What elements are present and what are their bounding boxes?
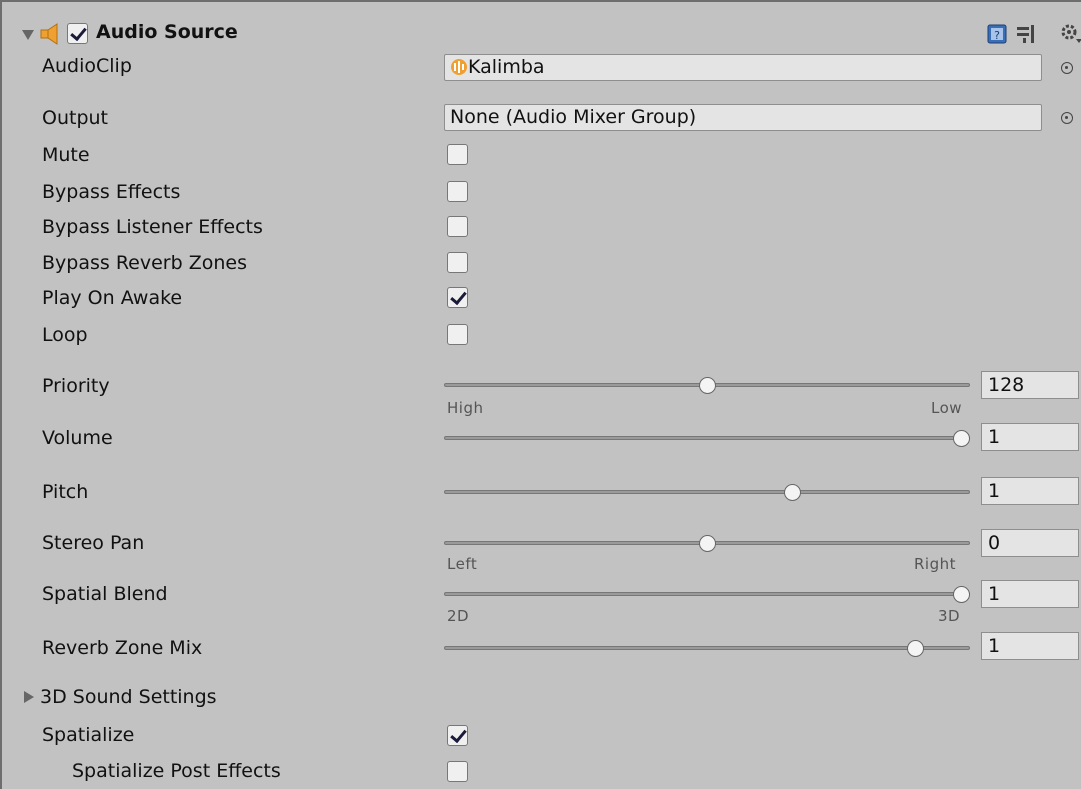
spatial-blend-left-label: 2D [447, 607, 470, 625]
spatial-blend-value-field[interactable]: 1 [981, 580, 1079, 608]
toggle-label-mute: Mute [42, 144, 90, 166]
slider-label-stereo-pan: Stereo Pan [42, 532, 145, 554]
spatialize-post-effects-checkbox[interactable] [447, 761, 468, 782]
stereo-pan-left-label: Left [447, 555, 478, 573]
stereo-pan-right-label: Right [914, 555, 956, 573]
spatial-blend-slider-track[interactable] [444, 592, 970, 596]
volume-value-field[interactable]: 1 [981, 423, 1079, 451]
pitch-value-field[interactable]: 1 [981, 477, 1079, 505]
slider-label-spatial-blend: Spatial Blend [42, 583, 168, 605]
priority-value-field[interactable]: 128 [981, 371, 1079, 399]
help-book-icon[interactable]: ? [987, 24, 1007, 44]
output-picker-icon[interactable] [1061, 112, 1073, 124]
foldout-arrow-right-icon[interactable] [24, 691, 34, 703]
audioclip-label: AudioClip [42, 55, 132, 77]
foldout-arrow-icon[interactable] [22, 30, 34, 40]
audioclip-picker-icon[interactable] [1061, 62, 1073, 74]
priority-right-label: Low [931, 399, 963, 417]
bypass-effects-checkbox[interactable] [447, 181, 468, 202]
svg-text:?: ? [994, 29, 1000, 42]
component-enabled-checkbox[interactable] [67, 23, 88, 44]
output-field[interactable]: None (Audio Mixer Group) [444, 104, 1042, 131]
spatial-blend-right-label: 3D [938, 607, 961, 625]
bypass-reverb-zones-checkbox[interactable] [447, 252, 468, 273]
spatialize-checkbox[interactable] [447, 725, 468, 746]
volume-slider-thumb[interactable] [953, 430, 970, 447]
reverb-zone-mix-value-field[interactable]: 1 [981, 632, 1079, 660]
slider-label-priority: Priority [42, 375, 110, 397]
output-label: Output [42, 107, 108, 129]
toggle-label-loop: Loop [42, 324, 88, 346]
component-title: Audio Source [96, 21, 238, 43]
audioclip-field[interactable]: Kalimba [444, 54, 1042, 81]
toggle-label-bypass-reverb-zones: Bypass Reverb Zones [42, 252, 247, 274]
output-value: None (Audio Mixer Group) [450, 106, 697, 128]
sound-settings-foldout[interactable]: 3D Sound Settings [40, 686, 217, 708]
audio-source-inspector: Audio Source ? AudioClip Kalimba Output … [0, 0, 1081, 789]
speaker-icon [40, 23, 58, 45]
stereo-pan-value-field[interactable]: 0 [981, 529, 1079, 557]
reverb-zone-mix-slider-track[interactable] [444, 646, 970, 650]
gear-icon[interactable] [1060, 23, 1081, 45]
spatialize-post-effects-label: Spatialize Post Effects [72, 760, 281, 782]
audioclip-value: Kalimba [468, 56, 545, 78]
toggle-label-bypass-listener-effects: Bypass Listener Effects [42, 216, 263, 238]
mute-checkbox[interactable] [447, 144, 468, 165]
spatial-blend-slider-thumb[interactable] [953, 586, 970, 603]
play-on-awake-checkbox[interactable] [447, 287, 468, 308]
toggle-label-play-on-awake: Play On Awake [42, 287, 183, 309]
pitch-slider-track[interactable] [444, 490, 970, 494]
toggle-label-bypass-effects: Bypass Effects [42, 181, 181, 203]
slider-label-reverb-zone-mix: Reverb Zone Mix [42, 637, 203, 659]
slider-label-volume: Volume [42, 427, 113, 449]
bypass-listener-effects-checkbox[interactable] [447, 216, 468, 237]
audio-clip-icon [451, 59, 467, 75]
spatialize-label: Spatialize [42, 724, 135, 746]
priority-left-label: High [447, 399, 484, 417]
reverb-zone-mix-slider-thumb[interactable] [906, 640, 924, 657]
pitch-slider-thumb[interactable] [783, 484, 801, 501]
slider-label-pitch: Pitch [42, 481, 89, 503]
volume-slider-track[interactable] [444, 436, 970, 440]
loop-checkbox[interactable] [447, 324, 468, 345]
priority-slider-thumb[interactable] [698, 377, 716, 394]
stereo-pan-slider-thumb[interactable] [698, 535, 716, 552]
preset-icon[interactable] [1015, 24, 1037, 44]
